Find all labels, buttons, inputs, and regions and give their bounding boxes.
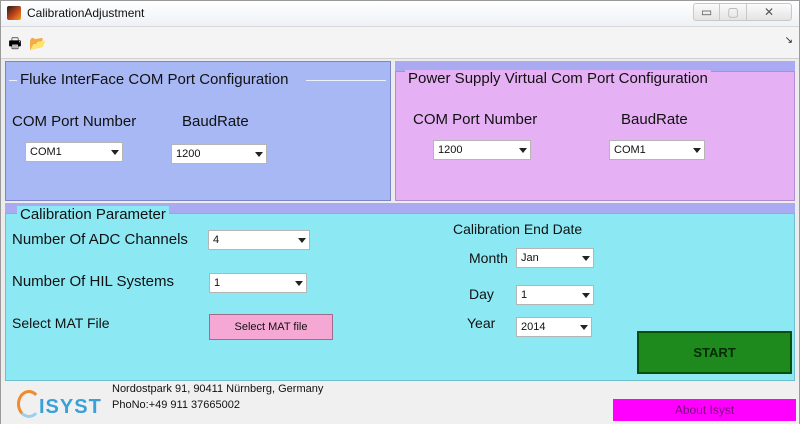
fluke-com-port-select[interactable]: COM1 [25,142,123,162]
fluke-com-port-value: COM1 [30,146,62,158]
matlab-icon [7,6,21,20]
fluke-baudrate-value: 1200 [176,148,201,160]
chevron-down-icon [582,256,590,261]
title-bar: CalibrationAdjustment ▭ ▢ ✕ [1,1,799,27]
power-supply-com-panel [395,71,795,201]
adc-channels-select[interactable]: 4 [208,230,310,250]
window-title: CalibrationAdjustment [27,6,145,20]
power-baudrate-select[interactable]: COM1 [609,140,705,160]
hil-systems-value: 1 [214,277,221,289]
power-com-port-value: 1200 [438,144,463,156]
app-window: CalibrationAdjustment ▭ ▢ ✕ 🖶 📂 ↘ Fluke … [0,0,800,424]
dock-arrow-icon[interactable]: ↘ [785,35,793,46]
adc-channels-label: Number Of ADC Channels [12,231,188,248]
power-com-port-select[interactable]: 1200 [433,140,531,160]
minimize-button[interactable]: ▭ [693,3,720,21]
day-label: Day [469,286,494,302]
hil-systems-select[interactable]: 1 [209,273,307,293]
toolbar: 🖶 📂 ↘ [1,27,799,59]
fluke-com-port-label: COM Port Number [12,113,137,130]
chevron-down-icon [111,150,119,155]
year-value: 2014 [521,321,546,333]
chevron-down-icon [295,281,303,286]
chevron-down-icon [693,148,701,153]
select-mat-file-label: Select MAT File [12,315,110,331]
chevron-down-icon [519,148,527,153]
chevron-down-icon [582,293,590,298]
month-value: Jan [521,252,539,264]
chevron-down-icon [255,152,263,157]
close-button[interactable]: ✕ [746,3,792,21]
isyst-logo: ISYST [9,386,104,422]
start-button[interactable]: START [637,331,792,374]
logo-text: ISYST [39,396,102,418]
company-phone: PhoNo:+49 911 37665002 [112,399,240,411]
printer-icon[interactable]: 🖶 [6,35,24,51]
power-baudrate-value: COM1 [614,144,646,156]
maximize-button[interactable]: ▢ [720,3,746,21]
hil-systems-label: Number Of HIL Systems [12,273,174,290]
day-select[interactable]: 1 [516,285,594,305]
power-com-port-label: COM Port Number [413,111,538,128]
fluke-baudrate-label: BaudRate [182,113,249,130]
adc-channels-value: 4 [213,234,220,246]
power-baudrate-label: BaudRate [621,111,688,128]
panel-border-line [9,80,17,81]
folder-open-icon[interactable]: 📂 [29,35,47,51]
calibration-end-date-label: Calibration End Date [453,221,583,237]
chevron-down-icon [298,238,306,243]
month-select[interactable]: Jan [516,248,594,268]
company-address: Nordostpark 91, 90411 Nürnberg, Germany [112,383,324,395]
about-isyst-button[interactable]: About Isyst [613,399,796,421]
day-value: 1 [521,289,528,301]
select-mat-file-button[interactable]: Select MAT file [209,314,333,340]
logo-swoosh-icon [17,390,41,418]
fluke-panel-title: Fluke InterFace COM Port Configuration [17,71,292,88]
fluke-baudrate-select[interactable]: 1200 [171,144,267,164]
year-select[interactable]: 2014 [516,317,592,337]
year-label: Year [467,315,496,331]
panel-border-line [306,80,386,81]
power-panel-title: Power Supply Virtual Com Port Configurat… [405,70,711,87]
calibration-panel-title: Calibration Parameter [17,206,169,223]
chevron-down-icon [580,325,588,330]
month-label: Month [469,250,508,266]
